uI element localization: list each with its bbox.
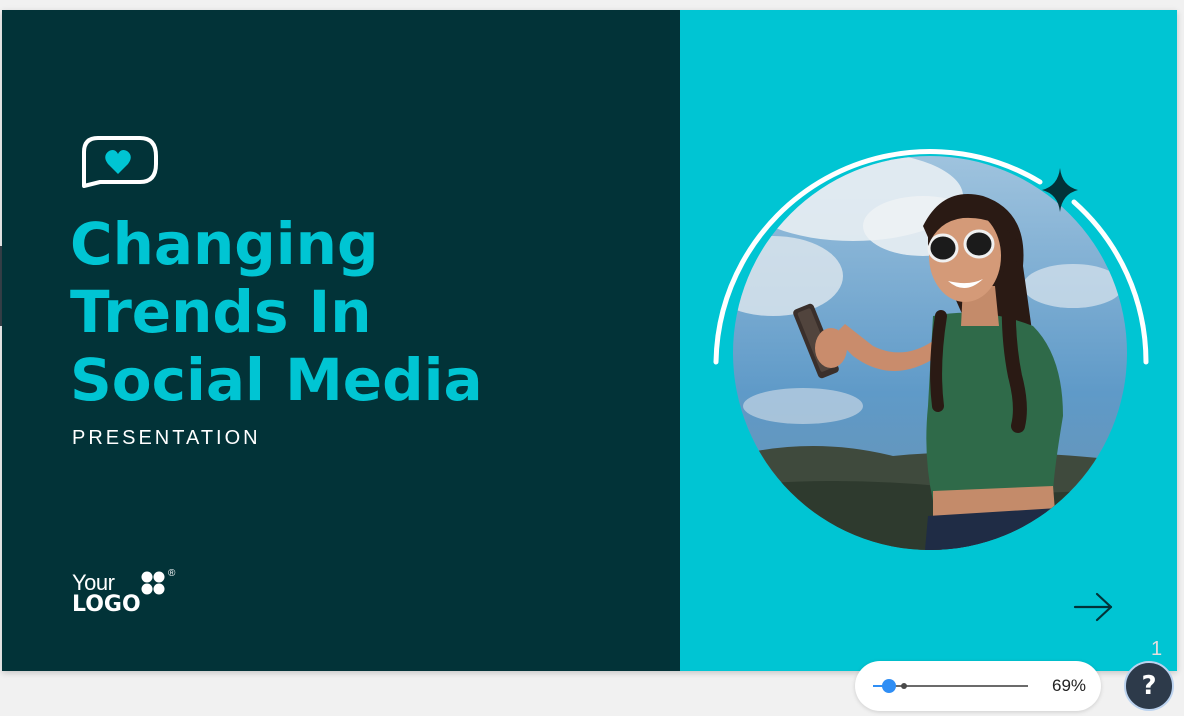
zoom-default-marker xyxy=(901,683,907,689)
sparkle-star-icon xyxy=(1042,168,1078,212)
logo-text-logo: LOGO xyxy=(72,592,141,617)
title-line-1: Changing xyxy=(70,210,379,278)
title-line-2: Trends In xyxy=(70,278,372,346)
zoom-slider-track[interactable] xyxy=(873,679,1028,693)
zoom-slider-thumb[interactable] xyxy=(882,679,896,693)
profile-photo-woman-with-phone xyxy=(733,156,1127,550)
four-petal-logo-icon xyxy=(141,571,165,595)
slide-title: Changing Trends In Social Media xyxy=(70,210,590,414)
company-logo: Your LOGO ® xyxy=(72,568,192,626)
arrow-right-icon[interactable] xyxy=(1073,592,1115,622)
slide-subtitle: PRESENTATION xyxy=(72,427,261,449)
speech-bubble-heart-icon xyxy=(82,136,158,188)
zoom-control: 69% xyxy=(855,661,1101,711)
help-button[interactable]: ? xyxy=(1124,661,1174,711)
slide[interactable]: Changing Trends In Social Media PRESENTA… xyxy=(2,10,1177,671)
presentation-canvas: Changing Trends In Social Media PRESENTA… xyxy=(0,0,1184,716)
zoom-percentage: 69% xyxy=(1052,676,1087,695)
registered-mark: ® xyxy=(168,568,176,579)
title-line-3: Social Media xyxy=(70,346,483,414)
slide-page-number: 1 xyxy=(1151,638,1163,660)
